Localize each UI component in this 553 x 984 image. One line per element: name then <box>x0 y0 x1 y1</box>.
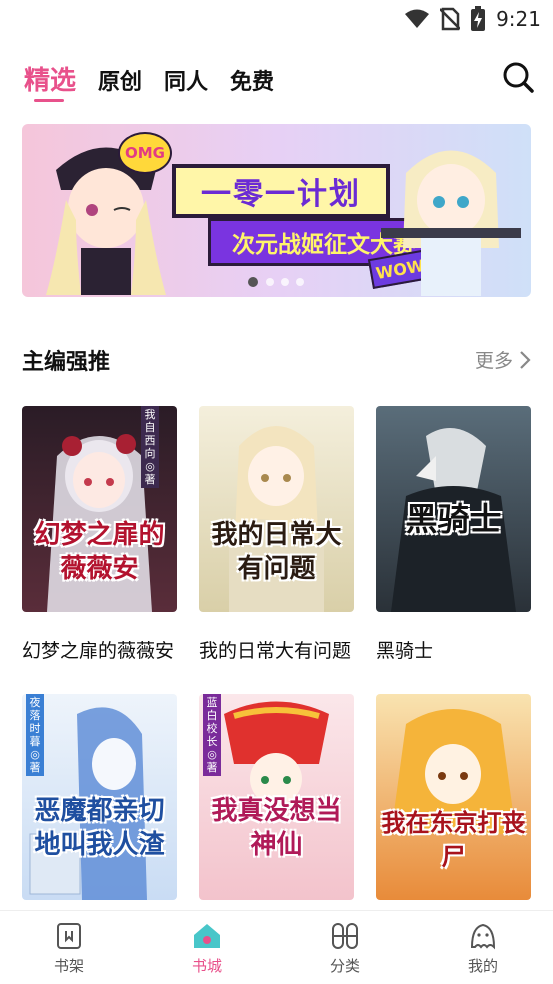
bookshelf-icon <box>57 923 81 949</box>
nav-label: 书架 <box>53 957 84 975</box>
chevron-right-icon <box>520 350 531 369</box>
more-label: 更多 <box>474 350 513 372</box>
wifi-icon <box>405 9 430 28</box>
bookstore-home-icon <box>194 924 220 948</box>
nav-bookstore[interactable]: 书城 <box>172 921 242 976</box>
battery-charging-icon <box>471 6 486 31</box>
section-title: 主编强推 <box>22 350 111 375</box>
book-cover[interactable]: 我在东京打丧尸 <box>376 694 531 900</box>
book-cover[interactable]: 黑骑士 <box>376 406 531 612</box>
nav-label: 分类 <box>329 957 360 975</box>
banner-character-right <box>381 150 521 296</box>
search-icon[interactable] <box>501 60 535 94</box>
carousel-dot[interactable] <box>248 277 258 287</box>
nav-label: 我的 <box>467 957 498 975</box>
nav-profile[interactable]: 我的 <box>448 921 518 976</box>
book-cover[interactable]: 夜落时暮◎著 恶魔都亲切地叫我人渣 <box>22 694 177 900</box>
nav-label: 书城 <box>191 957 222 975</box>
cover-title: 幻梦之扉的薇薇安 <box>34 520 165 584</box>
carousel-dot[interactable] <box>266 278 274 286</box>
clock: 9:21 <box>496 7 541 31</box>
tab-free[interactable]: 免费 <box>230 64 274 96</box>
author-tag: 夜落时暮◎著 <box>26 694 44 776</box>
status-icons: 9:21 <box>404 6 541 32</box>
tab-fanfic[interactable]: 同人 <box>164 64 208 96</box>
no-sim-icon <box>440 7 461 31</box>
profile-icon <box>470 923 496 950</box>
book-title[interactable]: 黑骑士 <box>376 636 433 663</box>
top-tab-bar: 精选 原创 同人 免费 <box>0 56 553 106</box>
cover-title: 恶魔都亲切地叫我人渣 <box>34 796 165 860</box>
omg-badge: OMG <box>118 132 172 174</box>
bottom-nav: 书架 书城 分类 我的 <box>0 910 553 984</box>
book-cover[interactable]: 我自西向◎著 幻梦之扉的薇薇安 <box>22 406 177 612</box>
author-tag: 我自西向◎著 <box>141 406 159 488</box>
carousel-dot[interactable] <box>296 278 304 286</box>
nav-category[interactable]: 分类 <box>310 921 380 976</box>
cover-title: 我在东京打丧尸 <box>381 809 526 871</box>
carousel-indicator <box>0 277 553 288</box>
banner-title: 一零一计划 <box>172 164 390 218</box>
active-tab-indicator <box>34 99 64 102</box>
more-link[interactable]: 更多 <box>475 346 531 373</box>
tab-featured[interactable]: 精选 <box>24 60 76 97</box>
book-title[interactable]: 我的日常大有问题 <box>199 636 351 663</box>
book-title[interactable]: 幻梦之扉的薇薇安 <box>22 636 174 663</box>
author-tag: 蓝白校长◎著 <box>203 694 221 776</box>
book-cover[interactable]: 我的日常大有问题 <box>199 406 354 612</box>
category-icon <box>332 923 358 949</box>
cover-title: 我真没想当神仙 <box>211 796 342 860</box>
nav-bookshelf[interactable]: 书架 <box>34 921 104 976</box>
book-cover[interactable]: 蓝白校长◎著 我真没想当神仙 <box>199 694 354 900</box>
carousel-dot[interactable] <box>281 278 289 286</box>
promo-banner[interactable]: OMG 一零一计划 次元战姬征文大赛 WOW <box>22 124 531 297</box>
tab-original[interactable]: 原创 <box>98 64 142 96</box>
cover-title: 我的日常大有问题 <box>211 520 342 584</box>
cover-title: 黑骑士 <box>405 500 502 538</box>
status-bar: 9:21 <box>0 0 553 38</box>
